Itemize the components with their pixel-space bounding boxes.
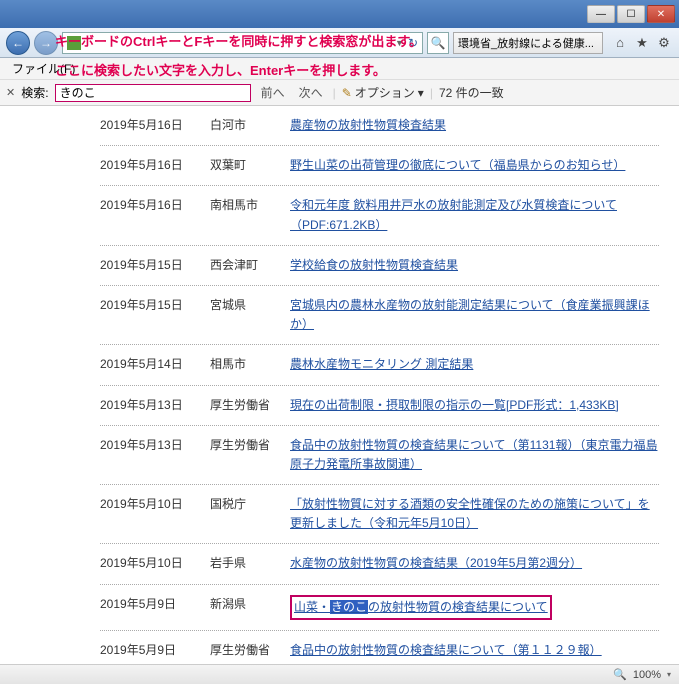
result-link[interactable]: 宮城県内の農林水産物の放射能測定結果について（食産業振興課ほか） <box>290 298 650 331</box>
result-link[interactable]: 山菜・きのこの放射性物質の検査結果について <box>294 600 548 614</box>
result-org: 岩手県 <box>210 554 290 573</box>
result-link-cell: 野生山菜の出荷管理の徹底について（福島県からのお知らせ） <box>290 156 659 175</box>
search-button[interactable]: 🔍 <box>427 32 449 54</box>
zoom-level: 100% <box>633 669 661 681</box>
result-org: 厚生労働省 <box>210 436 290 474</box>
maximize-button[interactable]: ☐ <box>617 5 645 23</box>
result-link-cell: 農産物の放射性物質検査結果 <box>290 116 659 135</box>
annotation-ctrl-f: キーボードのCtrlキーとFキーを同時に押すと検索窓が出ます。 <box>55 31 422 50</box>
status-bar: 🔍 100% ▾ <box>0 664 679 684</box>
result-link[interactable]: 農林水産物モニタリング 測定結果 <box>290 357 473 371</box>
result-date: 2019年5月16日 <box>100 116 210 135</box>
find-options-button[interactable]: ✎ オプション ▾ <box>342 84 424 101</box>
result-row: 2019年5月15日宮城県宮城県内の農林水産物の放射能測定結果について（食産業振… <box>100 286 659 345</box>
result-org: 厚生労働省 <box>210 641 290 660</box>
result-row: 2019年5月16日白河市農産物の放射性物質検査結果 <box>100 106 659 146</box>
result-date: 2019年5月9日 <box>100 595 210 620</box>
result-row: 2019年5月16日南相馬市令和元年度 飲料用井戸水の放射能測定及び水質検査につ… <box>100 186 659 245</box>
tab-title: 環境省_放射線による健康... <box>458 35 594 51</box>
result-link-cell: 食品中の放射性物質の検査結果について（第１１２９報） <box>290 641 659 660</box>
result-row: 2019年5月16日双葉町野生山菜の出荷管理の徹底について（福島県からのお知らせ… <box>100 146 659 186</box>
result-row: 2019年5月15日西会津町学校給食の放射性物質検査結果 <box>100 246 659 286</box>
result-date: 2019年5月10日 <box>100 554 210 573</box>
zoom-icon[interactable]: 🔍 <box>613 668 627 681</box>
pencil-icon: ✎ <box>342 86 352 100</box>
result-org: 新潟県 <box>210 595 290 620</box>
result-row: 2019年5月10日岩手県水産物の放射性物質の検査結果（2019年5月第2週分） <box>100 544 659 584</box>
minimize-button[interactable]: — <box>587 5 615 23</box>
window-titlebar: — ☐ ✕ <box>0 0 679 28</box>
result-date: 2019年5月15日 <box>100 256 210 275</box>
result-row: 2019年5月10日国税庁「放射性物質に対する酒類の安全性確保のための施策につい… <box>100 485 659 544</box>
search-highlight: きのこ <box>330 600 368 614</box>
window-controls: — ☐ ✕ <box>587 5 675 23</box>
result-link[interactable]: 食品中の放射性物質の検査結果について（第1131報）（東京電力福島原子力発電所事… <box>290 438 657 471</box>
result-date: 2019年5月16日 <box>100 156 210 175</box>
separator: | <box>430 86 433 100</box>
page-content[interactable]: 2019年5月16日白河市農産物の放射性物質検査結果2019年5月16日双葉町野… <box>0 106 679 664</box>
back-button[interactable]: ← <box>6 31 30 55</box>
result-link[interactable]: 野生山菜の出荷管理の徹底について（福島県からのお知らせ） <box>290 158 625 172</box>
find-close-icon[interactable]: ✕ <box>6 86 15 99</box>
result-link-cell: 「放射性物質に対する酒類の安全性確保のための施策について」を更新しました（令和元… <box>290 495 659 533</box>
result-link-cell: 宮城県内の農林水産物の放射能測定結果について（食産業振興課ほか） <box>290 296 659 334</box>
result-link[interactable]: 水産物の放射性物質の検査結果（2019年5月第2週分） <box>290 556 582 570</box>
result-link[interactable]: 食品中の放射性物質の検査結果について（第１１２９報） <box>290 643 602 657</box>
chevron-down-icon: ▾ <box>418 86 424 100</box>
search-icon: 🔍 <box>431 36 446 50</box>
tools-icon[interactable]: ⚙ <box>655 34 673 52</box>
result-link[interactable]: 令和元年度 飲料用井戸水の放射能測定及び水質検査について（PDF:671.2KB… <box>290 198 617 231</box>
result-link[interactable]: 学校給食の放射性物質検査結果 <box>290 258 458 272</box>
highlighted-result: 山菜・きのこの放射性物質の検査結果について <box>290 595 552 620</box>
close-button[interactable]: ✕ <box>647 5 675 23</box>
result-row: 2019年5月14日相馬市農林水産物モニタリング 測定結果 <box>100 345 659 385</box>
home-icon[interactable]: ⌂ <box>611 34 629 52</box>
find-options-label: オプション <box>355 84 415 101</box>
menu-bar: ファイル(F) ここに検索したい文字を入力し、Enterキーを押します。 <box>0 58 679 80</box>
find-next-button[interactable]: 次へ <box>295 84 327 101</box>
result-row: 2019年5月9日厚生労働省食品中の放射性物質の検査結果について（第１１２９報） <box>100 631 659 664</box>
result-link[interactable]: 「放射性物質に対する酒類の安全性確保のための施策について」を更新しました（令和元… <box>290 497 650 530</box>
result-link-cell: 食品中の放射性物質の検査結果について（第1131報）（東京電力福島原子力発電所事… <box>290 436 659 474</box>
find-prev-button[interactable]: 前へ <box>257 84 289 101</box>
find-input[interactable] <box>55 84 251 102</box>
result-date: 2019年5月9日 <box>100 641 210 660</box>
result-link-cell: 山菜・きのこの放射性物質の検査結果について <box>290 595 659 620</box>
result-link-cell: 水産物の放射性物質の検査結果（2019年5月第2週分） <box>290 554 659 573</box>
result-org: 南相馬市 <box>210 196 290 234</box>
result-link-cell: 令和元年度 飲料用井戸水の放射能測定及び水質検査について（PDF:671.2KB… <box>290 196 659 234</box>
result-row: 2019年5月9日新潟県山菜・きのこの放射性物質の検査結果について <box>100 585 659 631</box>
address-bar: キーボードのCtrlキーとFキーを同時に押すと検索窓が出ます。 ← → ▼ ↻ … <box>0 28 679 58</box>
result-date: 2019年5月15日 <box>100 296 210 334</box>
result-link-cell: 農林水産物モニタリング 測定結果 <box>290 355 659 374</box>
result-link[interactable]: 現在の出荷制限・摂取制限の指示の一覧[PDF形式：1,433KB] <box>290 398 619 412</box>
find-match-count: 72 件の一致 <box>439 84 504 101</box>
result-org: 相馬市 <box>210 355 290 374</box>
browser-tab[interactable]: 環境省_放射線による健康... <box>453 32 603 54</box>
result-link[interactable]: 農産物の放射性物質検査結果 <box>290 118 446 132</box>
result-date: 2019年5月13日 <box>100 396 210 415</box>
result-org: 双葉町 <box>210 156 290 175</box>
result-link-cell: 学校給食の放射性物質検査結果 <box>290 256 659 275</box>
result-date: 2019年5月16日 <box>100 196 210 234</box>
result-org: 宮城県 <box>210 296 290 334</box>
result-org: 西会津町 <box>210 256 290 275</box>
ie-toolbar: ⌂ ★ ⚙ <box>611 34 673 52</box>
result-org: 厚生労働省 <box>210 396 290 415</box>
annotation-enter: ここに検索したい文字を入力し、Enterキーを押します。 <box>55 60 386 79</box>
favorites-icon[interactable]: ★ <box>633 34 651 52</box>
find-label: 検索: <box>21 84 48 101</box>
separator: | <box>333 86 336 100</box>
result-date: 2019年5月13日 <box>100 436 210 474</box>
result-date: 2019年5月10日 <box>100 495 210 533</box>
result-row: 2019年5月13日厚生労働省食品中の放射性物質の検査結果について（第1131報… <box>100 426 659 485</box>
result-link-cell: 現在の出荷制限・摂取制限の指示の一覧[PDF形式：1,433KB] <box>290 396 659 415</box>
result-org: 国税庁 <box>210 495 290 533</box>
find-bar: ✕ 検索: 前へ 次へ | ✎ オプション ▾ | 72 件の一致 <box>0 80 679 106</box>
result-date: 2019年5月14日 <box>100 355 210 374</box>
zoom-dropdown-icon[interactable]: ▾ <box>667 670 671 679</box>
result-row: 2019年5月13日厚生労働省現在の出荷制限・摂取制限の指示の一覧[PDF形式：… <box>100 386 659 426</box>
result-org: 白河市 <box>210 116 290 135</box>
